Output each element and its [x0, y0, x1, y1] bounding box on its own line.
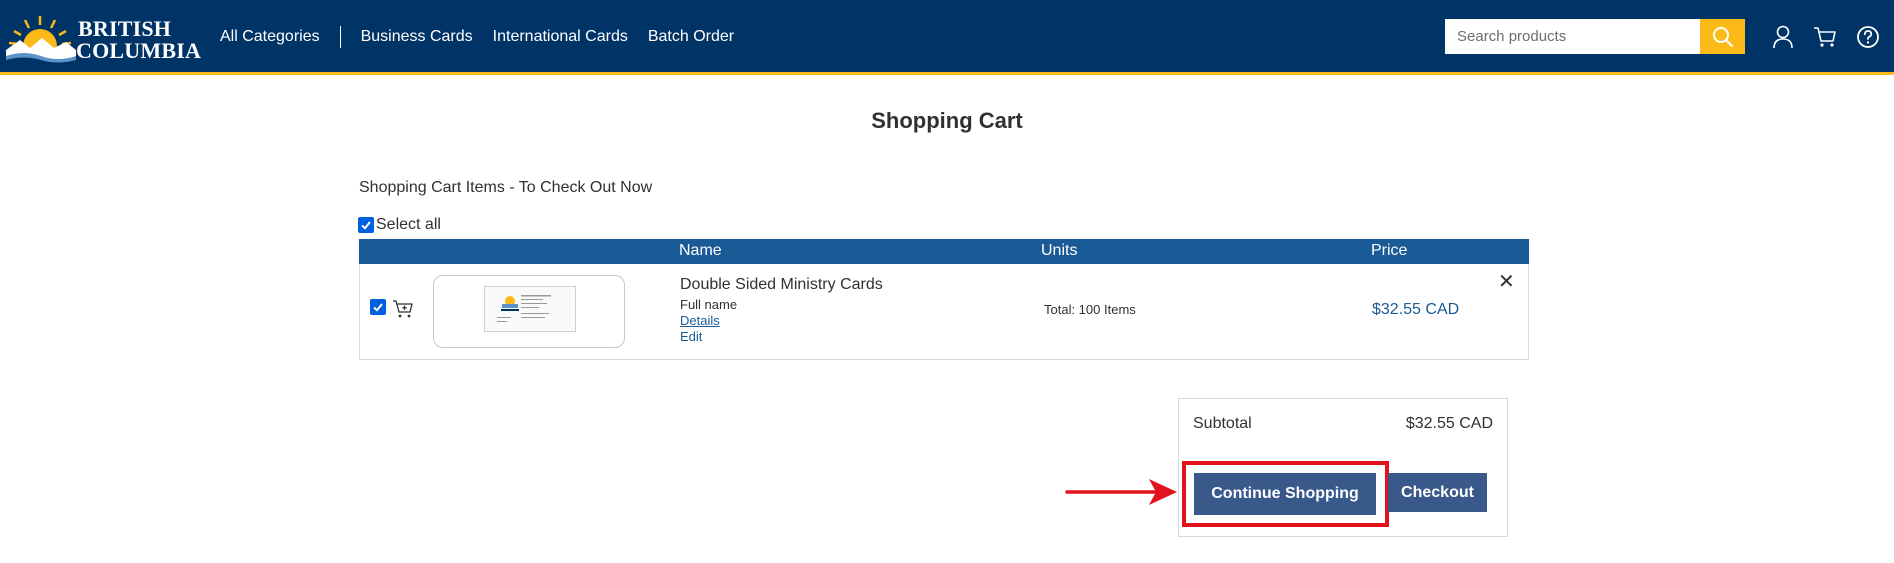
item-details-link[interactable]: Details	[680, 313, 720, 328]
cart-plus-icon	[393, 300, 413, 318]
item-name: Double Sided Ministry Cards	[680, 276, 883, 293]
select-all-label: Select all	[376, 216, 441, 233]
select-all-checkbox[interactable]	[358, 217, 374, 233]
nav-divider	[339, 26, 341, 48]
annotation-arrow-icon	[1065, 479, 1177, 505]
nav-business-cards[interactable]: Business Cards	[361, 28, 473, 46]
logo-line2: COLUMBIA	[76, 38, 202, 63]
product-thumbnail[interactable]	[433, 275, 625, 348]
search-input[interactable]	[1445, 19, 1700, 54]
nav-batch-order[interactable]: Batch Order	[648, 28, 734, 46]
item-units: Total: 100 Items	[1044, 302, 1136, 317]
logo-text: BRITISH COLUMBIA	[76, 18, 202, 63]
help-icon	[1857, 26, 1879, 48]
cart-table-header: Name Units Price	[359, 239, 1529, 264]
cart-button[interactable]	[1812, 24, 1838, 50]
bc-sun-logo-icon	[6, 16, 76, 64]
checkout-button[interactable]: Checkout	[1388, 473, 1487, 512]
search-button[interactable]	[1700, 19, 1745, 54]
nav-all-categories[interactable]: All Categories	[220, 28, 320, 46]
subtotal-value: $32.55 CAD	[1405, 415, 1493, 432]
business-card-preview	[484, 286, 576, 332]
account-button[interactable]	[1770, 24, 1796, 50]
continue-shopping-button[interactable]: Continue Shopping	[1194, 473, 1376, 515]
add-to-cart-icon[interactable]	[392, 299, 414, 324]
site-header: BRITISH COLUMBIA All Categories Business…	[0, 0, 1894, 75]
subtotal-label: Subtotal	[1193, 415, 1252, 432]
checkmark-icon	[361, 221, 371, 230]
search-box	[1445, 19, 1745, 54]
checkmark-icon	[373, 303, 383, 312]
column-units: Units	[1041, 242, 1078, 259]
order-summary: Subtotal $32.55 CAD Continue Shopping Ch…	[1178, 398, 1508, 537]
select-all[interactable]: Select all	[358, 216, 441, 234]
remove-item-close-icon[interactable]: ✕	[1498, 272, 1515, 292]
cart-icon	[1814, 27, 1836, 47]
bc-logo[interactable]: BRITISH COLUMBIA	[6, 12, 201, 64]
help-button[interactable]	[1855, 24, 1881, 50]
item-edit-link[interactable]: Edit	[680, 329, 702, 344]
nav-international-cards[interactable]: International Cards	[493, 28, 628, 46]
item-subtitle: Full name	[680, 297, 738, 312]
column-price: Price	[1371, 242, 1408, 259]
user-icon	[1773, 25, 1793, 49]
column-name: Name	[679, 242, 722, 259]
item-price: $32.55 CAD	[1372, 301, 1460, 318]
section-label: Shopping Cart Items - To Check Out Now	[359, 179, 653, 196]
cart-item-row: Double Sided Ministry Cards Full name De…	[359, 264, 1529, 360]
main-nav: All Categories Business Cards Internatio…	[220, 25, 734, 49]
page-title: Shopping Cart	[871, 108, 1023, 133]
search-icon	[1712, 26, 1733, 47]
item-checkbox[interactable]	[370, 299, 386, 315]
